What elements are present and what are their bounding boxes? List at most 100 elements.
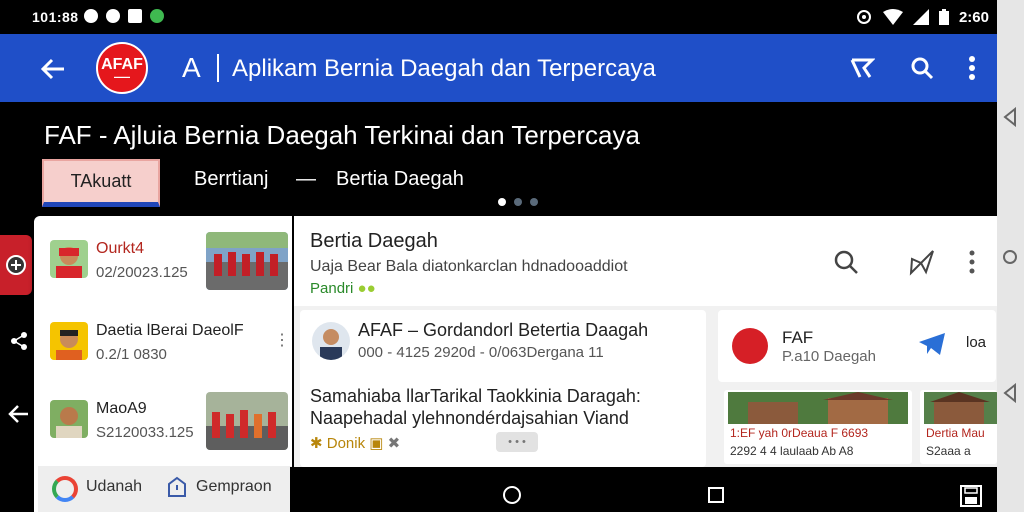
list-item[interactable]: MaoA9 S2120033.125 <box>34 382 292 462</box>
list-item-thumbnail <box>206 392 288 450</box>
translate-icon[interactable]: A <box>182 52 201 84</box>
avatar <box>50 400 88 438</box>
home-button[interactable] <box>502 485 522 510</box>
page-indicator <box>498 198 538 206</box>
battery-icon <box>938 9 949 25</box>
category-chip[interactable]: TAkuatt <box>42 159 160 207</box>
notification-icon <box>150 9 164 23</box>
post-meta: 000 - 4125 2920d - 0/063Dergana 11 <box>358 344 604 361</box>
launcher-icon <box>6 255 26 275</box>
sync-icon <box>856 10 871 24</box>
tag-icon: ▣ <box>369 435 384 452</box>
footer-left-button[interactable]: Udanah <box>86 478 142 496</box>
share-button[interactable] <box>906 246 938 278</box>
triangle-back-icon <box>1003 383 1016 403</box>
expand-button[interactable]: • • • <box>496 432 538 452</box>
notification-icon <box>128 9 142 23</box>
hero-header: FAF - Ajluia Bernia Daegah Terkinai dan … <box>0 102 997 216</box>
article-list-panel: Ourkt4 02/20023.125 Daetia lBerai DaeolF… <box>34 216 292 512</box>
arrow-left-icon <box>40 58 64 80</box>
status-clock: 2:60 <box>958 8 989 26</box>
list-item-date: 02/20023.125 <box>96 264 188 281</box>
page-dot <box>530 198 538 206</box>
back-button[interactable] <box>999 380 1021 406</box>
list-item-date: S2120033.125 <box>96 424 194 441</box>
main-tag: Pandri ●● <box>310 280 376 297</box>
arrow-left-icon <box>8 405 28 423</box>
notification-bell-icon[interactable] <box>166 476 188 500</box>
status-time: 101:88 <box>32 9 79 25</box>
search-icon <box>911 57 934 80</box>
back-button[interactable] <box>999 104 1021 130</box>
list-item-title: Daetia lBerai DaeolF <box>96 322 244 339</box>
share-button[interactable] <box>10 331 28 356</box>
side-card-title: FAF <box>782 328 814 347</box>
brand-logo <box>732 328 768 364</box>
search-button[interactable] <box>906 52 938 84</box>
list-item-title: MaoA9 <box>96 400 147 417</box>
list-item-date: 0.2/1 0830 <box>96 346 167 363</box>
hero-link-1[interactable]: Berrtianj <box>194 168 268 191</box>
back-edge-button[interactable] <box>8 403 30 430</box>
post-body: Samahiaba llarTarikal Taokkinia Daragah: <box>310 386 641 406</box>
search-button[interactable] <box>830 246 862 278</box>
page-dot <box>514 198 522 206</box>
page-dot <box>498 198 506 206</box>
item-menu-button[interactable]: ⋮ <box>274 330 290 350</box>
bookmark-button[interactable] <box>846 52 878 84</box>
news-tile[interactable]: Dertia Mau S2aaa a <box>920 390 997 464</box>
google-icon <box>52 476 78 502</box>
tools-icon: ✖ <box>387 435 401 452</box>
news-tile[interactable]: 1:EF yah 0rDeaua F 6693 2292 4 4 laulaab… <box>724 390 912 464</box>
side-launcher-tab[interactable] <box>0 235 32 295</box>
wifi-icon <box>882 9 903 25</box>
recents-button[interactable] <box>708 487 724 508</box>
list-item[interactable]: Ourkt4 02/20023.125 <box>34 222 292 302</box>
divider <box>217 54 219 82</box>
post-card[interactable]: AFAF – Gordandorl Betertia Daagah 000 - … <box>300 310 706 467</box>
panel-footer: Udanah Gempraon <box>38 466 292 512</box>
notification-icon <box>106 9 120 23</box>
home-button[interactable] <box>999 244 1021 270</box>
overflow-menu-button[interactable] <box>956 52 988 84</box>
avatar <box>312 322 350 360</box>
hero-link-2[interactable]: Bertia Daegah <box>336 168 464 191</box>
tile-image <box>728 392 908 424</box>
right-nav-strip <box>997 0 1024 512</box>
telegram-button[interactable] <box>918 332 946 361</box>
list-item[interactable]: Daetia lBerai DaeolF 0.2/1 0830 ⋮ <box>34 304 292 384</box>
post-body: Naapehadal ylehnondérdajsahian Viand <box>310 408 629 428</box>
save-icon <box>960 485 982 507</box>
app-bar: AFAF ▬▬▬▬ A Aplikam Bernia Daegah dan Ter… <box>0 34 997 102</box>
side-card-action[interactable]: loa <box>966 334 986 351</box>
post-footer: ✱ Donik ▣ ✖ <box>310 435 401 452</box>
flag-icon <box>850 58 875 78</box>
more-vert-icon <box>969 250 975 274</box>
notification-icons <box>84 9 164 23</box>
side-card-subtitle: P.a10 Daegah <box>782 348 876 365</box>
main-title: Bertia Daegah <box>310 230 438 252</box>
post-title: AFAF – Gordandorl Betertia Daagah <box>358 320 649 340</box>
tile-subtitle: S2aaa a <box>926 444 971 458</box>
square-recents-icon <box>708 487 724 503</box>
keyboard-button[interactable] <box>960 485 982 512</box>
hero-title: FAF - Ajluia Bernia Daegah Terkinai dan … <box>44 120 640 150</box>
side-card[interactable]: FAF P.a10 Daegah loa <box>718 310 996 382</box>
tile-title: 1:EF yah 0rDeaua F 6693 <box>730 426 869 440</box>
system-nav-bar <box>290 467 997 512</box>
main-subtitle: Uaja Bear Bala diatonkarclan hdnadooaddi… <box>310 258 628 275</box>
triangle-back-icon <box>1003 107 1016 127</box>
notification-icon <box>84 9 98 23</box>
left-edge-strip <box>0 235 32 465</box>
footer-right-button[interactable]: Gempraon <box>196 478 272 496</box>
send-icon <box>909 250 934 276</box>
back-button[interactable] <box>38 54 68 84</box>
avatar <box>50 322 88 360</box>
circle-home-icon <box>1003 250 1017 264</box>
signal-icon <box>912 9 929 25</box>
app-logo: AFAF ▬▬▬▬ <box>96 42 148 94</box>
tile-subtitle: 2292 4 4 laulaab Ab A8 <box>730 444 854 458</box>
status-bar: 101:88 2:60 <box>0 0 997 34</box>
app-title: Aplikam Bernia Daegah dan Terpercaya <box>232 55 656 82</box>
more-button[interactable] <box>956 246 988 278</box>
